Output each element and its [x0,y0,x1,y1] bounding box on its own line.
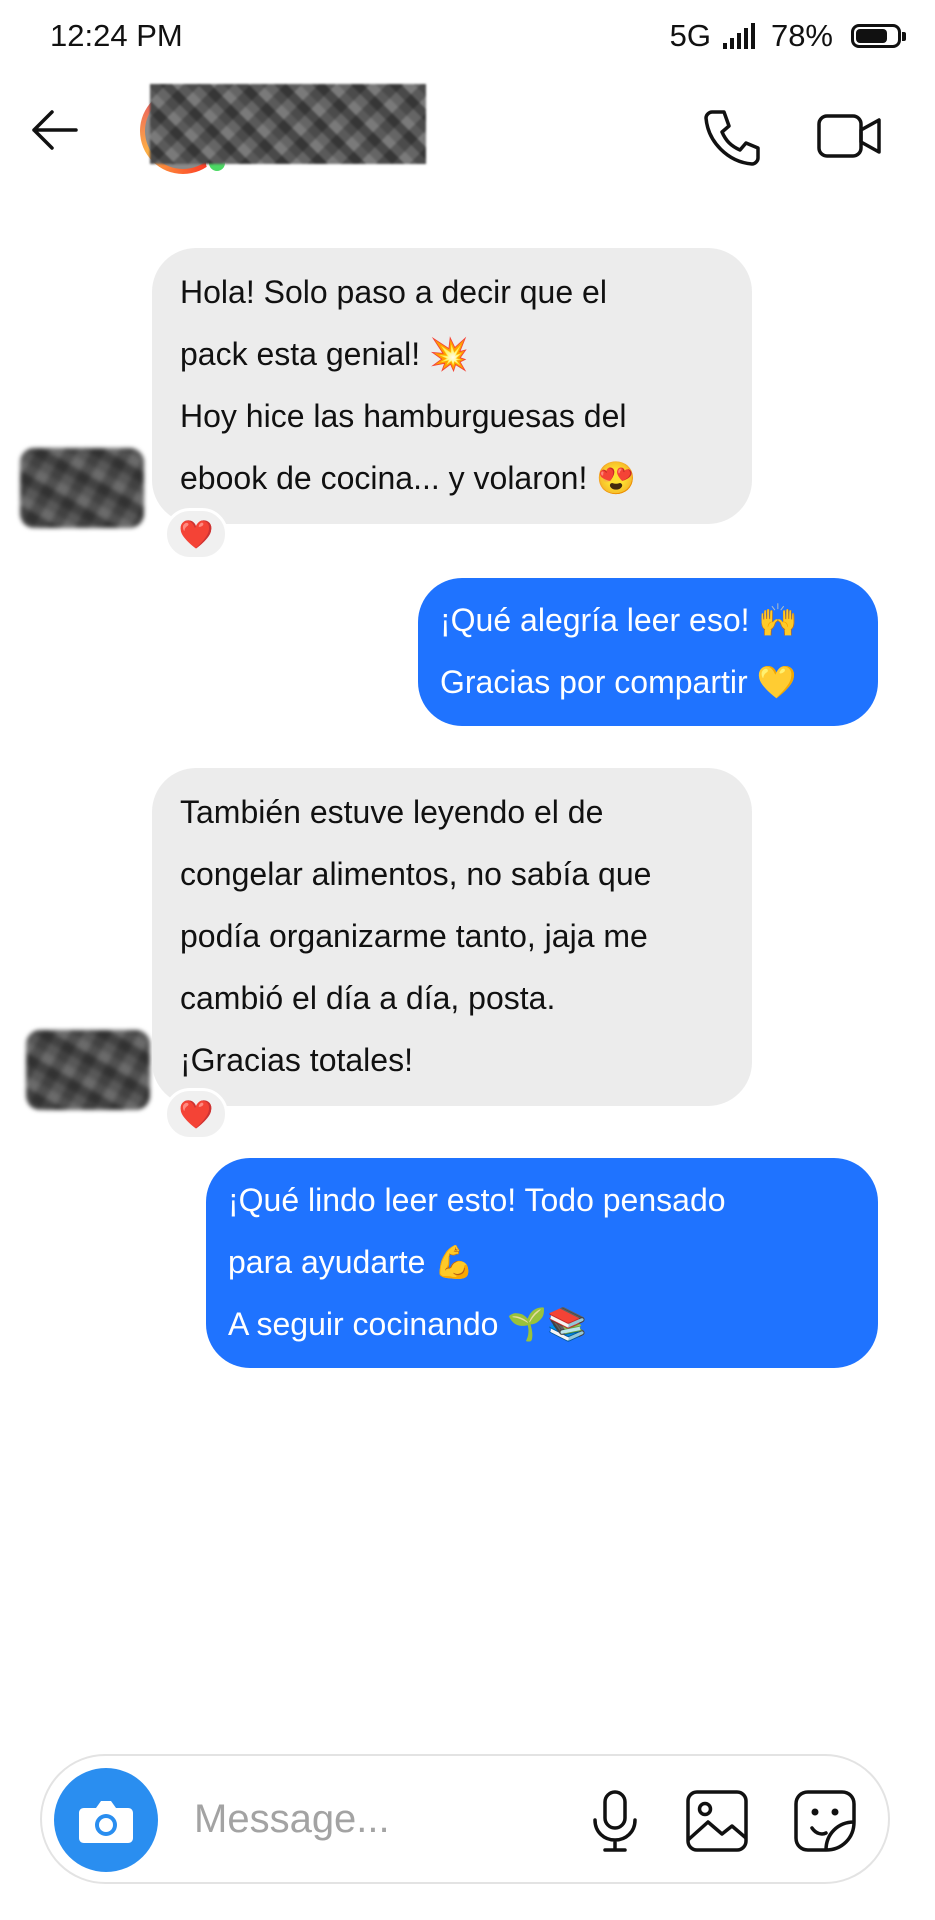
video-call-button[interactable] [815,104,885,168]
message-line: cambió el día a día, posta. [180,980,556,1016]
message-line: ¡Qué alegría leer eso! 🙌 [440,602,799,638]
message-line: congelar alimentos, no sabía que [180,856,652,892]
status-time: 12:24 PM [50,18,183,53]
message-bubble-incoming[interactable]: También estuve leyendo el de congelar al… [152,768,752,1106]
status-indicators: 5G 78% [669,18,906,54]
battery-icon [851,24,906,48]
sender-avatar[interactable] [26,1030,150,1110]
camera-icon [79,1801,133,1843]
gallery-button[interactable] [682,1786,752,1856]
voice-message-button[interactable] [580,1786,650,1856]
message-composer [40,1754,890,1884]
back-button[interactable] [26,100,86,160]
message-line: ebook de cocina... y volaron! 😍 [180,460,637,496]
message-line: ¡Gracias totales! [180,1042,413,1078]
battery-fill [856,29,887,43]
heart-icon: ❤️ [178,1098,214,1130]
message-line: Gracias por compartir 💛 [440,664,797,700]
contact-name-redacted[interactable] [150,84,426,164]
message-line: para ayudarte 💪 [228,1244,475,1280]
network-label: 5G [669,18,711,53]
sticker-icon [794,1790,856,1852]
heart-reaction[interactable]: ❤️ [164,508,228,560]
message-line: podía organizarme tanto, jaja me [180,918,648,954]
battery-percent: 78% [770,18,833,53]
message-bubble-incoming[interactable]: Hola! Solo paso a decir que el pack esta… [152,248,752,524]
chat-header [0,74,935,194]
message-input[interactable] [192,1786,576,1852]
heart-icon: ❤️ [178,518,214,550]
message-line: Hola! Solo paso a decir que el [180,274,607,310]
message-line: ¡Qué lindo leer esto! Todo pensado [228,1182,726,1218]
message-bubble-outgoing[interactable]: ¡Qué lindo leer esto! Todo pensado para … [206,1158,878,1368]
heart-reaction[interactable]: ❤️ [164,1088,228,1140]
sticker-button[interactable] [790,1786,860,1856]
image-icon [686,1790,748,1852]
microphone-icon [593,1790,637,1852]
message-line: A seguir cocinando 🌱📚 [228,1306,587,1342]
signal-icon [722,23,755,49]
message-bubble-outgoing[interactable]: ¡Qué alegría leer eso! 🙌 Gracias por com… [418,578,878,726]
arrow-left-icon [32,110,78,150]
message-line: pack esta genial! 💥 [180,336,469,372]
video-camera-icon [817,114,881,158]
audio-call-button[interactable] [700,104,764,168]
message-line: Hoy hice las hamburguesas del [180,398,627,434]
sender-avatar[interactable] [20,448,144,528]
camera-button[interactable] [54,1768,158,1872]
phone-icon [704,110,760,166]
message-line: También estuve leyendo el de [180,794,604,830]
status-bar: 12:24 PM 5G 78% [0,0,935,74]
